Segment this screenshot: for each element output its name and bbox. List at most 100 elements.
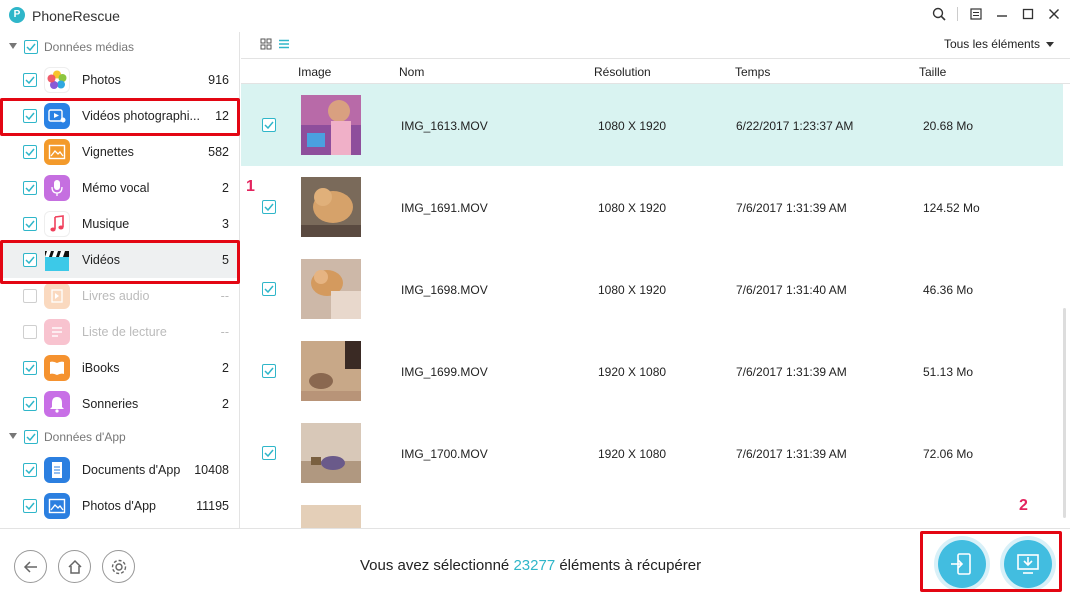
table-row[interactable]: IMG_1699.MOV 1920 X 1080 7/6/2017 1:31:3…	[241, 330, 1063, 412]
gear-icon	[111, 559, 126, 574]
item-checkbox	[23, 325, 37, 339]
video-thumbnail	[301, 505, 361, 528]
close-icon[interactable]	[1046, 6, 1062, 22]
item-checkbox	[23, 289, 37, 303]
sidebar-item-ringtones[interactable]: Sonneries 2	[0, 386, 239, 422]
sidebar-item-audiobooks: Livres audio --	[0, 278, 239, 314]
column-header-image[interactable]: Image	[298, 65, 331, 79]
vertical-scrollbar[interactable]	[1063, 308, 1066, 518]
group-media-data[interactable]: Données médias	[0, 32, 239, 62]
file-size: 46.36 Mo	[923, 283, 974, 297]
file-resolution: 1920 X 1080	[598, 447, 667, 461]
file-size: 72.06 Mo	[923, 447, 974, 461]
sidebar-item-label: Livres audio	[82, 289, 150, 303]
collapse-caret-icon[interactable]	[9, 43, 17, 49]
microphone-icon	[44, 175, 70, 201]
sidebar-item-label: Photos d'App	[82, 499, 156, 513]
sidebar-item-label: Sonneries	[82, 397, 139, 411]
image-icon	[44, 493, 70, 519]
sidebar-item-app-documents[interactable]: Documents d'App 10408	[0, 452, 239, 488]
file-time: 7/6/2017 1:31:40 AM	[736, 283, 847, 297]
annotation-step-2: 2	[1019, 497, 1028, 514]
item-checkbox[interactable]	[23, 217, 37, 231]
item-checkbox[interactable]	[23, 73, 37, 87]
back-button[interactable]	[14, 550, 47, 583]
title-bar: P PhoneRescue	[0, 0, 1070, 32]
sidebar-item-voice-memo[interactable]: Mémo vocal 2	[0, 170, 239, 206]
item-checkbox[interactable]	[23, 109, 37, 123]
column-header-resolution[interactable]: Résolution	[594, 65, 651, 79]
sidebar-item-count: --	[220, 289, 229, 303]
filter-dropdown[interactable]: Tous les éléments	[944, 37, 1054, 51]
item-checkbox[interactable]	[23, 253, 37, 267]
file-time: 6/22/2017 1:23:37 AM	[736, 119, 854, 133]
annotation-step-1: 1	[246, 178, 255, 195]
item-checkbox[interactable]	[23, 361, 37, 375]
sidebar-item-count: 916	[208, 73, 229, 87]
sidebar-item-count: 582	[208, 145, 229, 159]
sidebar-item-count: 2	[222, 361, 229, 375]
recover-to-device-button[interactable]	[938, 540, 986, 588]
row-checkbox[interactable]	[262, 282, 276, 296]
row-checkbox[interactable]	[262, 446, 276, 460]
sidebar-item-ibooks[interactable]: iBooks 2	[0, 350, 239, 386]
search-icon[interactable]	[931, 6, 947, 22]
sidebar-item-videos[interactable]: Vidéos 5	[0, 242, 239, 278]
table-row[interactable]: IMG_1700.MOV 1920 X 1080 7/6/2017 1:31:3…	[241, 412, 1063, 494]
item-checkbox[interactable]	[23, 181, 37, 195]
file-name: IMG_1691.MOV	[401, 201, 488, 215]
group-checkbox[interactable]	[24, 430, 38, 444]
item-checkbox[interactable]	[23, 397, 37, 411]
list-view-icon[interactable]	[278, 38, 290, 53]
maximize-icon[interactable]	[1020, 6, 1036, 22]
sidebar-item-label: Documents d'App	[82, 463, 181, 477]
table-row[interactable]	[241, 494, 1063, 528]
group-checkbox[interactable]	[24, 40, 38, 54]
table-row[interactable]: IMG_1691.MOV 1080 X 1920 7/6/2017 1:31:3…	[241, 166, 1063, 248]
video-thumbnail	[301, 177, 361, 237]
sidebar-item-label: Photos	[82, 73, 121, 87]
collapse-caret-icon[interactable]	[9, 433, 17, 439]
grid-view-icon[interactable]	[260, 38, 272, 53]
group-label: Données d'App	[44, 430, 126, 444]
row-checkbox[interactable]	[262, 118, 276, 132]
status-prefix: Vous avez sélectionné	[360, 557, 510, 574]
file-list: IMG_1613.MOV 1080 X 1920 6/22/2017 1:23:…	[241, 84, 1063, 528]
group-app-data[interactable]: Données d'App	[0, 422, 239, 452]
sidebar-item-music[interactable]: Musique 3	[0, 206, 239, 242]
menu-icon[interactable]	[968, 6, 984, 22]
sidebar-item-photos[interactable]: Photos 916	[0, 62, 239, 98]
sidebar-item-thumbnails[interactable]: Vignettes 582	[0, 134, 239, 170]
minimize-icon[interactable]	[994, 6, 1010, 22]
column-header-time[interactable]: Temps	[735, 65, 770, 79]
column-header-name[interactable]: Nom	[399, 65, 424, 79]
filter-label: Tous les éléments	[943, 37, 1040, 51]
sidebar-item-app-photos[interactable]: Photos d'App 11195	[0, 488, 239, 524]
item-checkbox[interactable]	[23, 145, 37, 159]
table-row[interactable]: IMG_1613.MOV 1080 X 1920 6/22/2017 1:23:…	[241, 84, 1063, 166]
footer-bar: Vous avez sélectionné 23277 éléments à r…	[0, 528, 1070, 600]
file-name: IMG_1698.MOV	[401, 283, 488, 297]
group-label: Données médias	[44, 40, 135, 54]
sidebar-item-label: Vidéos	[82, 253, 120, 267]
sidebar-item-count: 3	[222, 217, 229, 231]
sidebar-item-count: --	[220, 325, 229, 339]
recover-to-computer-button[interactable]	[1004, 540, 1052, 588]
item-checkbox[interactable]	[23, 463, 37, 477]
row-checkbox[interactable]	[262, 364, 276, 378]
selected-count: 23277	[513, 557, 556, 574]
sidebar-item-count: 2	[222, 181, 229, 195]
table-row[interactable]: IMG_1698.MOV 1080 X 1920 7/6/2017 1:31:4…	[241, 248, 1063, 330]
photos-icon	[44, 67, 70, 93]
selection-status: Vous avez sélectionné 23277 éléments à r…	[360, 557, 701, 574]
sidebar-item-count: 2	[222, 397, 229, 411]
home-button[interactable]	[58, 550, 91, 583]
row-checkbox[interactable]	[262, 200, 276, 214]
bell-icon	[44, 391, 70, 417]
music-note-icon	[44, 211, 70, 237]
sidebar-item-photo-videos[interactable]: Vidéos photographi... 12	[0, 98, 239, 134]
list-toolbar: Tous les éléments	[241, 32, 1070, 58]
item-checkbox[interactable]	[23, 499, 37, 513]
settings-button[interactable]	[102, 550, 135, 583]
column-header-size[interactable]: Taille	[919, 65, 946, 79]
